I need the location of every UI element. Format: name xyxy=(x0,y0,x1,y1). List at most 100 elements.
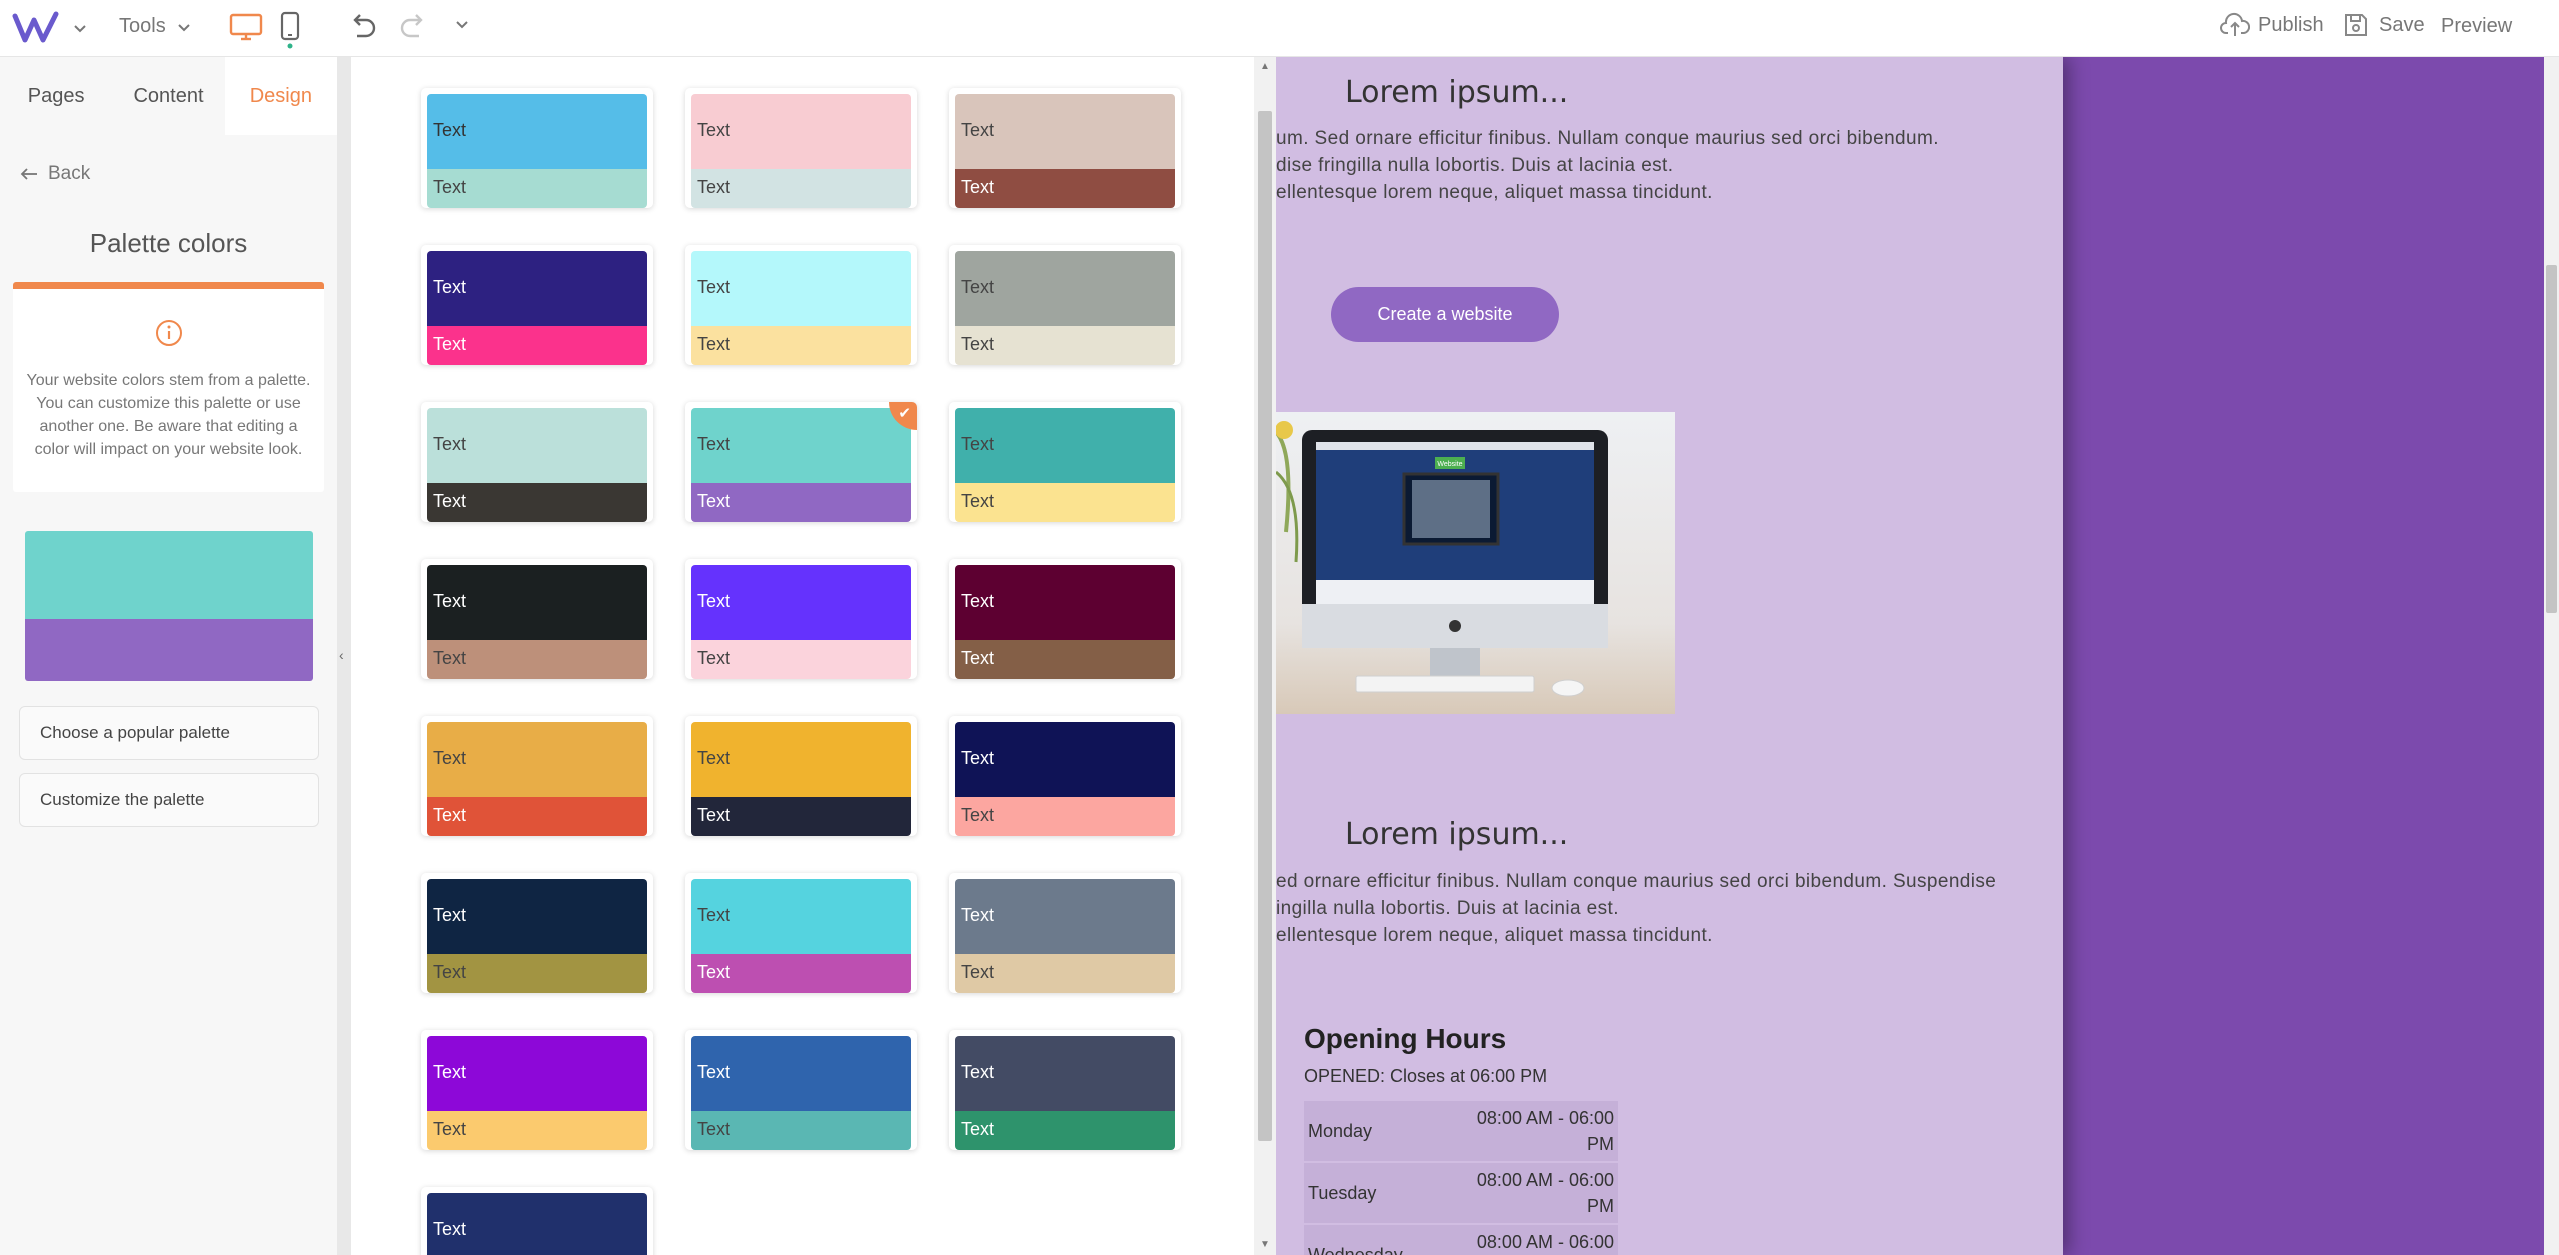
day-label: Tuesday xyxy=(1308,1182,1377,1203)
palette-primary-label: Text xyxy=(961,434,995,454)
palette-primary-swatch: Text xyxy=(427,565,647,640)
palette-primary-swatch: Text xyxy=(955,94,1175,169)
current-primary-swatch xyxy=(25,531,313,619)
hours-value: 08:00 AM - 06:00PM xyxy=(1476,1170,1614,1216)
palette-secondary-label: Text xyxy=(697,334,731,354)
publish-button[interactable]: Publish xyxy=(2220,12,2324,38)
paragraph-line: ingilla nulla lobortis. Duis at lacinia … xyxy=(1276,898,1619,919)
hours-value: 08:00 AM - 06:00PM xyxy=(1476,1108,1614,1154)
palette-primary-label: Text xyxy=(433,1219,467,1239)
save-label: Save xyxy=(2379,13,2425,36)
desktop-icon xyxy=(229,13,263,41)
history-menu[interactable] xyxy=(454,16,470,32)
palette-secondary-swatch: Text xyxy=(955,169,1175,208)
palette-secondary-swatch: Text xyxy=(427,1111,647,1150)
palette-primary-swatch: Text xyxy=(427,1036,647,1111)
sidebar-collapse-handle[interactable]: ‹ xyxy=(337,57,351,1255)
hours-value: 08:00 AM - 06:00PM xyxy=(1476,1232,1614,1252)
mobile-view-button[interactable] xyxy=(279,10,301,50)
scrollbar-thumb[interactable] xyxy=(2546,265,2557,613)
tools-menu[interactable]: Tools xyxy=(119,15,192,38)
create-website-button[interactable]: Create a website xyxy=(1331,287,1559,342)
scroll-up-icon[interactable]: ▲ xyxy=(1260,61,1270,72)
palette-secondary-label: Text xyxy=(961,805,995,825)
palette-primary-label: Text xyxy=(961,905,995,925)
palette-secondary-swatch: Text xyxy=(427,326,647,365)
back-link[interactable]: Back xyxy=(20,163,90,185)
scroll-down-icon[interactable]: ▼ xyxy=(1260,1239,1270,1250)
palette-primary-label: Text xyxy=(433,905,467,925)
scrollbar-thumb[interactable] xyxy=(1258,111,1272,1141)
tab-design[interactable]: Design xyxy=(224,57,337,135)
palette-secondary-label: Text xyxy=(433,334,467,354)
palette-primary-label: Text xyxy=(433,591,467,611)
palette-secondary-label: Text xyxy=(697,805,731,825)
palette-secondary-label: Text xyxy=(433,1119,467,1139)
palette-card[interactable]: Text Text xyxy=(685,716,917,836)
publish-label: Publish xyxy=(2258,13,2324,36)
palette-secondary-label: Text xyxy=(961,962,995,982)
desktop-view-button[interactable] xyxy=(229,12,263,42)
tab-pages[interactable]: Pages xyxy=(0,57,112,135)
tab-content[interactable]: Content xyxy=(112,57,224,135)
palette-card[interactable]: Text Text xyxy=(421,716,653,836)
palette-secondary-swatch: Text xyxy=(691,169,911,208)
preview-scrollbar[interactable] xyxy=(2544,57,2559,1255)
palette-card[interactable]: Text xyxy=(421,1187,653,1255)
palette-card[interactable]: Text Text xyxy=(421,1030,653,1150)
palette-card[interactable]: Text Text xyxy=(421,88,653,208)
palette-card[interactable]: Text Text xyxy=(949,1030,1181,1150)
sidebar-tabs: Pages Content Design xyxy=(0,57,337,135)
current-palette-preview xyxy=(25,531,313,681)
paragraph-line: ellentesque lorem neque, aliquet massa t… xyxy=(1276,925,1713,946)
paragraph-line: um. Sed ornare efficitur finibus. Nullam… xyxy=(1276,128,1939,149)
palette-card[interactable]: Text Text xyxy=(685,88,917,208)
palette-card[interactable]: Text Text xyxy=(949,873,1181,993)
palette-card[interactable]: Text Text xyxy=(949,559,1181,679)
palette-card[interactable]: Text Text xyxy=(949,402,1181,522)
palette-card[interactable]: Text Text xyxy=(421,873,653,993)
section-heading: Lorem ipsum... xyxy=(1345,817,1569,852)
redo-button[interactable] xyxy=(397,12,429,42)
palette-card[interactable]: Text Text xyxy=(949,245,1181,365)
save-button[interactable]: Save xyxy=(2343,12,2425,38)
palette-secondary-label: Text xyxy=(433,962,467,982)
palette-grid-panel: Text Text Text Text Text Text Text Text Text Text… xyxy=(351,57,1254,1255)
palette-card[interactable]: Text Text xyxy=(949,88,1181,208)
customize-palette-button[interactable]: Customize the palette xyxy=(19,773,319,827)
palette-card[interactable]: Text Text xyxy=(685,873,917,993)
choose-popular-palette-button[interactable]: Choose a popular palette xyxy=(19,706,319,760)
palette-scrollbar[interactable]: ▲ ▼ xyxy=(1254,57,1276,1255)
palette-secondary-swatch: Text xyxy=(427,954,647,993)
palette-card[interactable]: Text Text xyxy=(949,716,1181,836)
palette-primary-swatch: Text xyxy=(427,251,647,326)
palette-primary-swatch: Text xyxy=(955,1036,1175,1111)
palette-secondary-swatch: Text xyxy=(955,954,1175,993)
logo-menu[interactable] xyxy=(12,10,88,46)
palette-secondary-label: Text xyxy=(961,648,995,668)
palette-card[interactable]: Text Text ✔ xyxy=(685,402,917,522)
section-heading: Lorem ipsum... xyxy=(1345,75,1569,110)
palette-primary-label: Text xyxy=(697,591,731,611)
palette-primary-swatch: Text xyxy=(427,1193,647,1255)
undo-button[interactable] xyxy=(347,12,379,42)
palette-primary-swatch: Text xyxy=(427,722,647,797)
palette-card[interactable]: Text Text xyxy=(421,559,653,679)
palette-secondary-label: Text xyxy=(697,648,731,668)
palette-card[interactable]: Text Text xyxy=(685,1030,917,1150)
palette-secondary-swatch: Text xyxy=(691,954,911,993)
palette-card[interactable]: Text Text xyxy=(685,559,917,679)
opening-hours-title: Opening Hours xyxy=(1304,1023,1507,1054)
preview-button[interactable]: Preview xyxy=(2441,15,2512,38)
palette-card[interactable]: Text Text xyxy=(421,245,653,365)
palette-card[interactable]: Text Text xyxy=(421,402,653,522)
palette-secondary-label: Text xyxy=(961,334,995,354)
palette-secondary-swatch: Text xyxy=(691,326,911,365)
palette-secondary-swatch: Text xyxy=(955,483,1175,522)
preview-content: Lorem ipsum... um. Sed ornare efficitur … xyxy=(1276,57,2063,1255)
palette-primary-swatch: Text xyxy=(955,722,1175,797)
palette-primary-swatch: Text xyxy=(691,94,911,169)
opening-hours-table: Monday 08:00 AM - 06:00 PM Tuesday 08:00 … xyxy=(1304,1101,1618,1255)
palette-grid: Text Text Text Text Text Text Text Text Text Text… xyxy=(421,88,1181,1255)
palette-card[interactable]: Text Text xyxy=(685,245,917,365)
